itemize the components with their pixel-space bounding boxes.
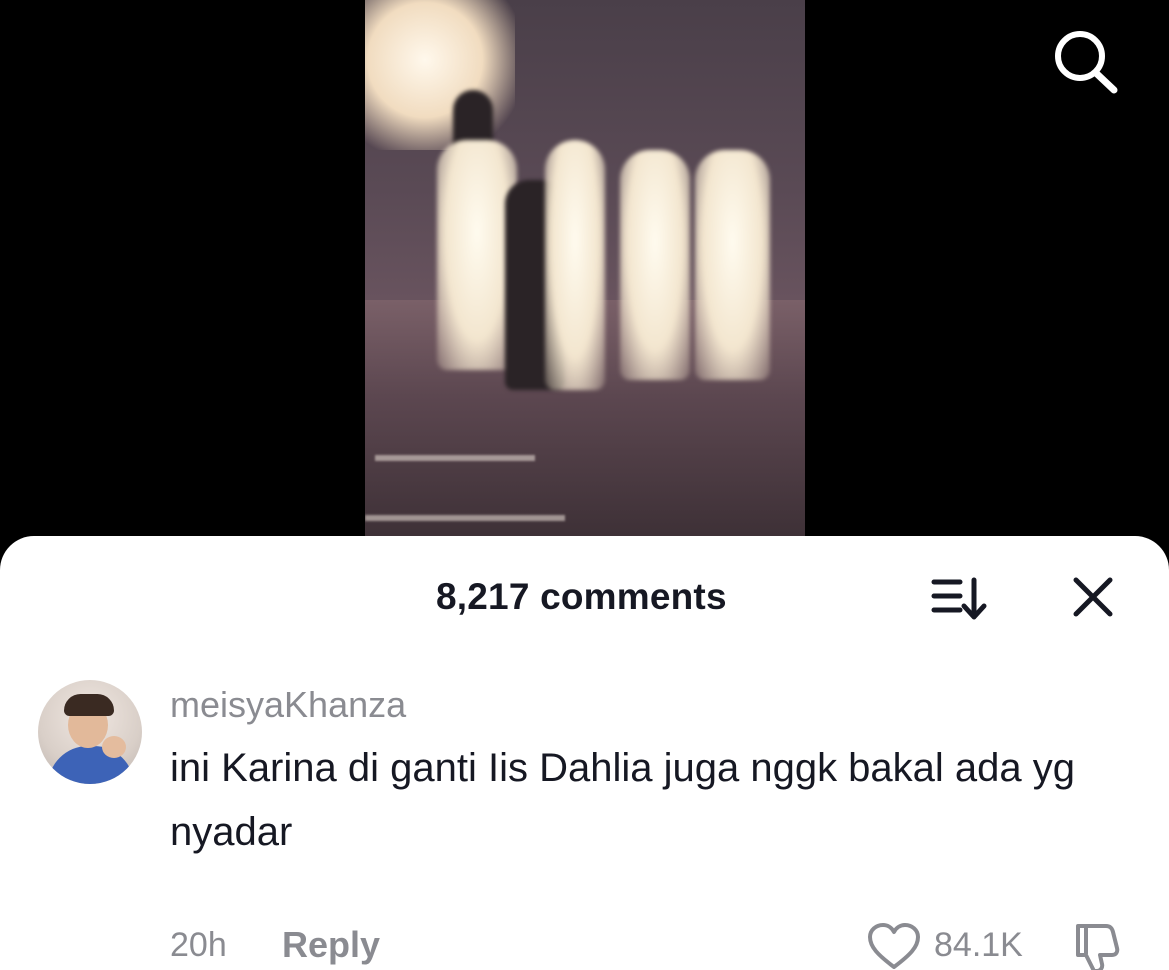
comments-header: 8,217 comments — [0, 536, 1169, 656]
stage-edge — [375, 455, 535, 461]
video-player[interactable] — [365, 0, 805, 540]
comment-meta: 20h Reply 84.1K — [0, 923, 1169, 970]
search-button[interactable] — [1050, 28, 1122, 94]
avatar[interactable] — [38, 680, 142, 784]
like-count: 84.1K — [934, 926, 1023, 964]
sort-icon — [931, 577, 987, 620]
reply-button[interactable]: Reply — [282, 924, 380, 966]
heart-icon — [868, 923, 920, 969]
dislike-button[interactable] — [1070, 920, 1126, 970]
stage-edge — [365, 515, 565, 521]
comment-timestamp: 20h — [170, 926, 227, 964]
comment-count: 8,217 comments — [436, 576, 727, 617]
performer-figure — [695, 150, 770, 380]
thumbs-down-icon — [1076, 924, 1120, 970]
comment-username[interactable]: meisyaKhanza — [170, 684, 406, 726]
like-button[interactable] — [866, 922, 922, 970]
close-icon — [1073, 577, 1113, 617]
comments-sheet: 8,217 comments meisyaKhanza ini Karina d… — [0, 536, 1169, 970]
avatar-hair — [64, 694, 114, 716]
search-icon — [1055, 31, 1118, 94]
performer-figure — [545, 140, 605, 390]
close-button[interactable] — [1068, 572, 1118, 622]
avatar-hand — [102, 736, 126, 758]
sort-button[interactable] — [930, 576, 990, 622]
app-screen: 8,217 comments meisyaKhanza ini Karina d… — [0, 0, 1169, 970]
performer-figure — [620, 150, 690, 380]
comment-text: ini Karina di ganti Iis Dahlia juga nggk… — [170, 746, 1076, 854]
comment-item: meisyaKhanza ini Karina di ganti Iis Dah… — [0, 676, 1169, 970]
